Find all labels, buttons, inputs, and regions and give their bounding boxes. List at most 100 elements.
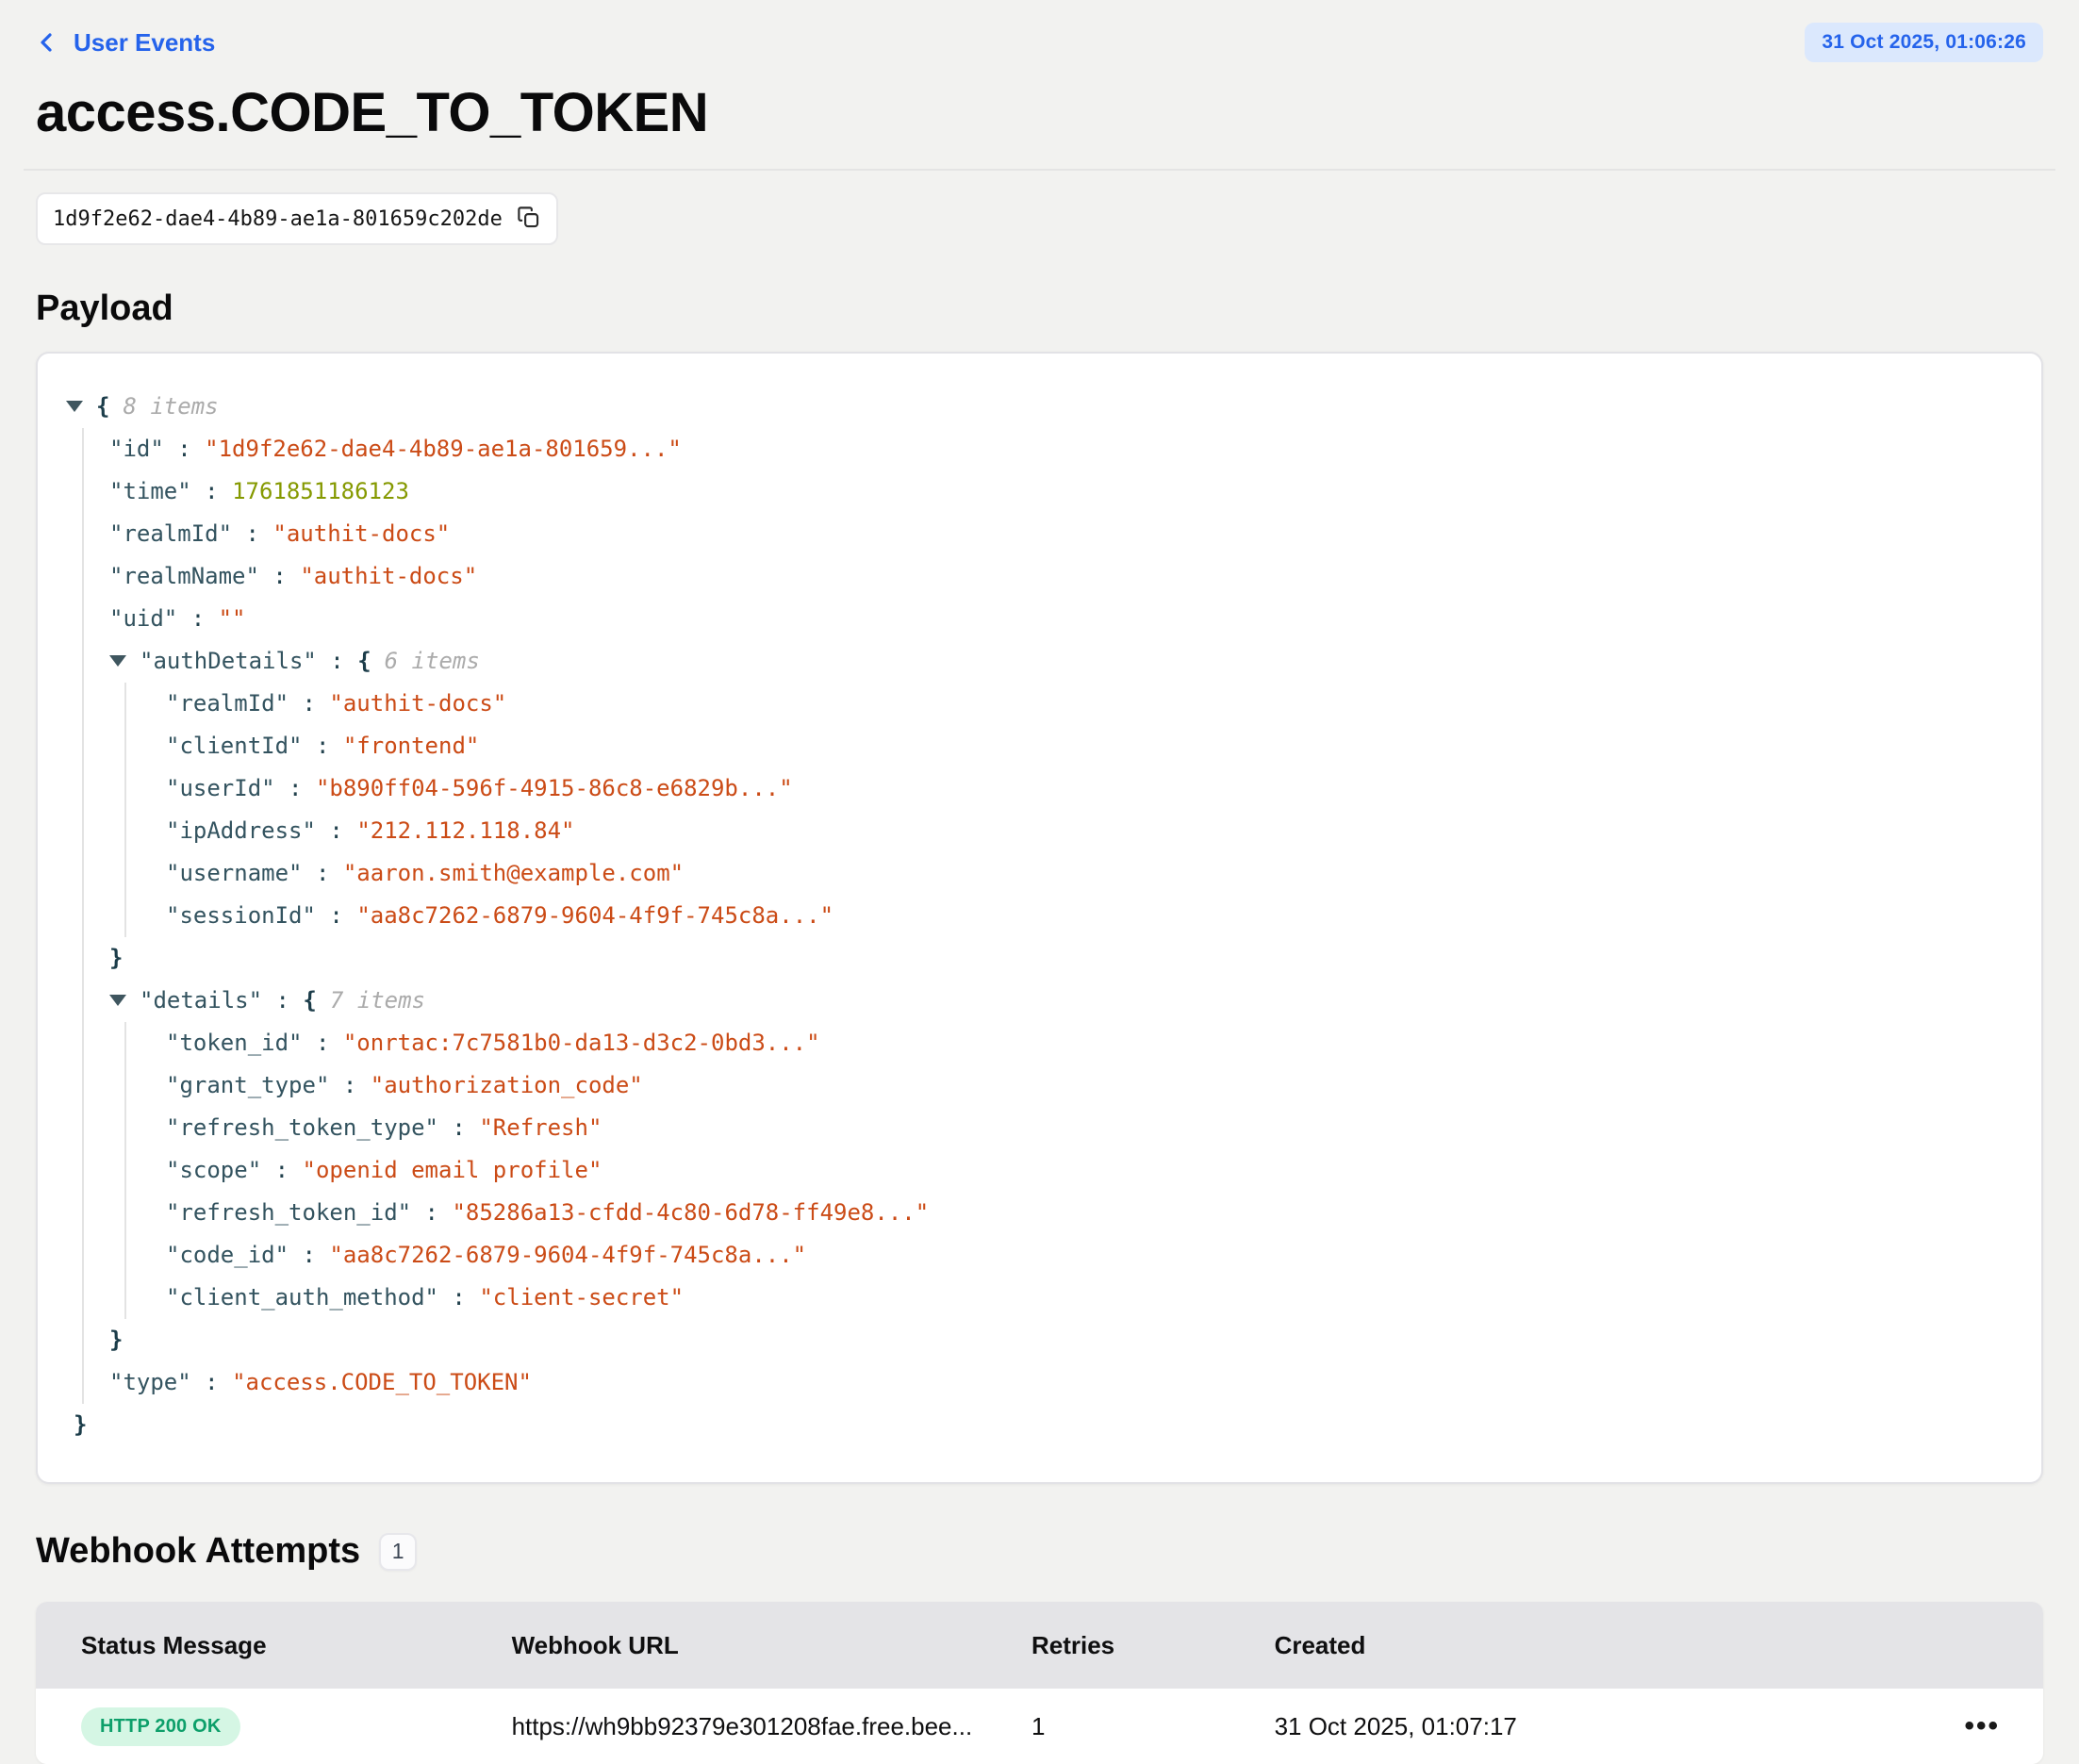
json-row: "grant_type" : "authorization_code" [166,1064,2004,1107]
json-value: "onrtac:7c7581b0-da13-d3c2-0bd3..." [343,1030,820,1056]
json-key: "scope" [166,1157,261,1183]
json-value: "authorization_code" [371,1072,643,1098]
collapse-arrow-icon[interactable] [66,401,83,412]
json-key: "details" [140,987,262,1014]
json-row: "uid" : "" [109,598,2004,640]
column-header-created: Created [1275,1631,1885,1660]
json-key: "refresh_token_id" [166,1199,411,1226]
json-row: "client_auth_method" : "client-secret" [166,1277,2004,1319]
back-link-label: User Events [74,28,215,58]
json-row: "code_id" : "aa8c7262-6879-9604-4f9f-745… [166,1234,2004,1277]
json-tree-viewer: {8 items"id" : "1d9f2e62-dae4-4b89-ae1a-… [66,386,2004,1446]
json-row: "type" : "access.CODE_TO_TOKEN" [109,1361,2004,1404]
json-value: "aa8c7262-6879-9604-4f9f-745c8a..." [356,902,833,929]
json-row: "sessionId" : "aa8c7262-6879-9604-4f9f-7… [166,895,2004,937]
json-row: "clientId" : "frontend" [166,725,2004,767]
json-value: "212.112.118.84" [356,817,574,844]
webhook-attempt-row[interactable]: HTTP 200 OK https://wh9bb92379e301208fae.… [36,1689,2043,1764]
json-value: "aa8c7262-6879-9604-4f9f-745c8a..." [329,1242,806,1268]
json-key: "authDetails" [140,648,317,674]
json-row: "refresh_token_type" : "Refresh" [166,1107,2004,1149]
json-value: "1d9f2e62-dae4-4b89-ae1a-801659..." [205,436,682,462]
json-key: "sessionId" [166,902,316,929]
json-row: "refresh_token_id" : "85286a13-cfdd-4c80… [166,1192,2004,1234]
table-body: HTTP 200 OK https://wh9bb92379e301208fae.… [36,1689,2043,1764]
event-timestamp-badge: 31 Oct 2025, 01:06:26 [1805,23,2043,62]
json-row: {8 items [66,386,2004,428]
json-value: "client-secret" [479,1284,684,1311]
json-branch: "realmId" : "authit-docs""clientId" : "f… [124,683,2004,937]
copy-button[interactable] [516,205,541,233]
top-bar: User Events 31 Oct 2025, 01:06:26 [36,23,2043,62]
created-cell: 31 Oct 2025, 01:07:17 [1275,1712,1885,1741]
json-value: "authit-docs" [300,563,477,589]
json-key: "userId" [166,775,275,801]
json-row: "token_id" : "onrtac:7c7581b0-da13-d3c2-… [166,1022,2004,1064]
status-cell: HTTP 200 OK [36,1707,512,1746]
chevron-left-icon [36,28,58,57]
json-row: } [66,1404,2004,1446]
json-value: "b890ff04-596f-4915-86c8-e6829b..." [316,775,793,801]
page-title: access.CODE_TO_TOKEN [36,81,2043,144]
json-row: } [109,1319,2004,1361]
json-value: "85286a13-cfdd-4c80-6d78-ff49e8..." [452,1199,929,1226]
json-row: "userId" : "b890ff04-596f-4915-86c8-e682… [166,767,2004,810]
json-value: "aaron.smith@example.com" [343,860,684,886]
webhook-attempts-heading: Webhook Attempts [36,1531,360,1572]
table-header-row: Status Message Webhook URL Retries Creat… [36,1602,2043,1689]
json-key: "client_auth_method" [166,1284,438,1311]
json-row: "time" : 1761851186123 [109,470,2004,513]
payload-heading: Payload [36,289,2043,329]
collapse-arrow-icon[interactable] [109,995,126,1006]
json-key: "uid" [109,605,177,632]
json-value: "Refresh" [479,1114,602,1141]
json-row: "authDetails" : {6 items [109,640,2004,683]
event-detail-page: User Events 31 Oct 2025, 01:06:26 access… [0,0,2079,1764]
webhook-attempts-table: Status Message Webhook URL Retries Creat… [36,1602,2043,1764]
json-row: "id" : "1d9f2e62-dae4-4b89-ae1a-801659..… [109,428,2004,470]
column-header-status-message: Status Message [36,1631,512,1660]
json-branch: "token_id" : "onrtac:7c7581b0-da13-d3c2-… [124,1022,2004,1319]
json-key: "code_id" [166,1242,289,1268]
json-key: "username" [166,860,303,886]
json-row: "details" : {7 items [109,980,2004,1022]
column-header-retries: Retries [1031,1631,1275,1660]
json-value: "" [219,605,246,632]
status-badge: HTTP 200 OK [81,1707,240,1746]
json-row: "scope" : "openid email profile" [166,1149,2004,1192]
json-value: "frontend" [343,733,480,759]
json-key: "refresh_token_type" [166,1114,438,1141]
json-key: "realmId" [166,690,289,717]
json-key: "clientId" [166,733,303,759]
copy-icon [516,205,541,233]
json-value: "access.CODE_TO_TOKEN" [232,1369,532,1395]
json-key: "realmName" [109,563,259,589]
json-key: "token_id" [166,1030,303,1056]
back-link[interactable]: User Events [36,28,215,58]
json-key: "type" [109,1369,191,1395]
retries-cell: 1 [1031,1712,1275,1741]
json-row: "realmId" : "authit-docs" [109,513,2004,555]
json-value: "openid email profile" [303,1157,602,1183]
json-key: "time" [109,478,191,504]
payload-panel: {8 items"id" : "1d9f2e62-dae4-4b89-ae1a-… [36,352,2043,1484]
json-key: "grant_type" [166,1072,329,1098]
title-divider [24,169,2055,171]
json-value: 1761851186123 [232,478,409,504]
json-items-count: 7 items [330,987,425,1014]
json-key: "realmId" [109,520,232,547]
json-row: "username" : "aaron.smith@example.com" [166,852,2004,895]
actions-cell: ••• [1885,1712,2043,1741]
row-actions-button[interactable]: ••• [1964,1712,2000,1740]
webhook-url-cell: https://wh9bb92379e301208fae.free.bee... [512,1712,1031,1741]
ellipsis-icon: ••• [1964,1710,2000,1741]
json-branch: "id" : "1d9f2e62-dae4-4b89-ae1a-801659..… [82,428,2004,1404]
json-key: "ipAddress" [166,817,316,844]
json-value: "authit-docs" [329,690,506,717]
json-key: "id" [109,436,164,462]
event-id-value: 1d9f2e62-dae4-4b89-ae1a-801659c202de [53,207,503,231]
json-row: "realmName" : "authit-docs" [109,555,2004,598]
webhook-attempts-header: Webhook Attempts 1 [36,1531,2043,1572]
collapse-arrow-icon[interactable] [109,655,126,667]
json-row: "realmId" : "authit-docs" [166,683,2004,725]
